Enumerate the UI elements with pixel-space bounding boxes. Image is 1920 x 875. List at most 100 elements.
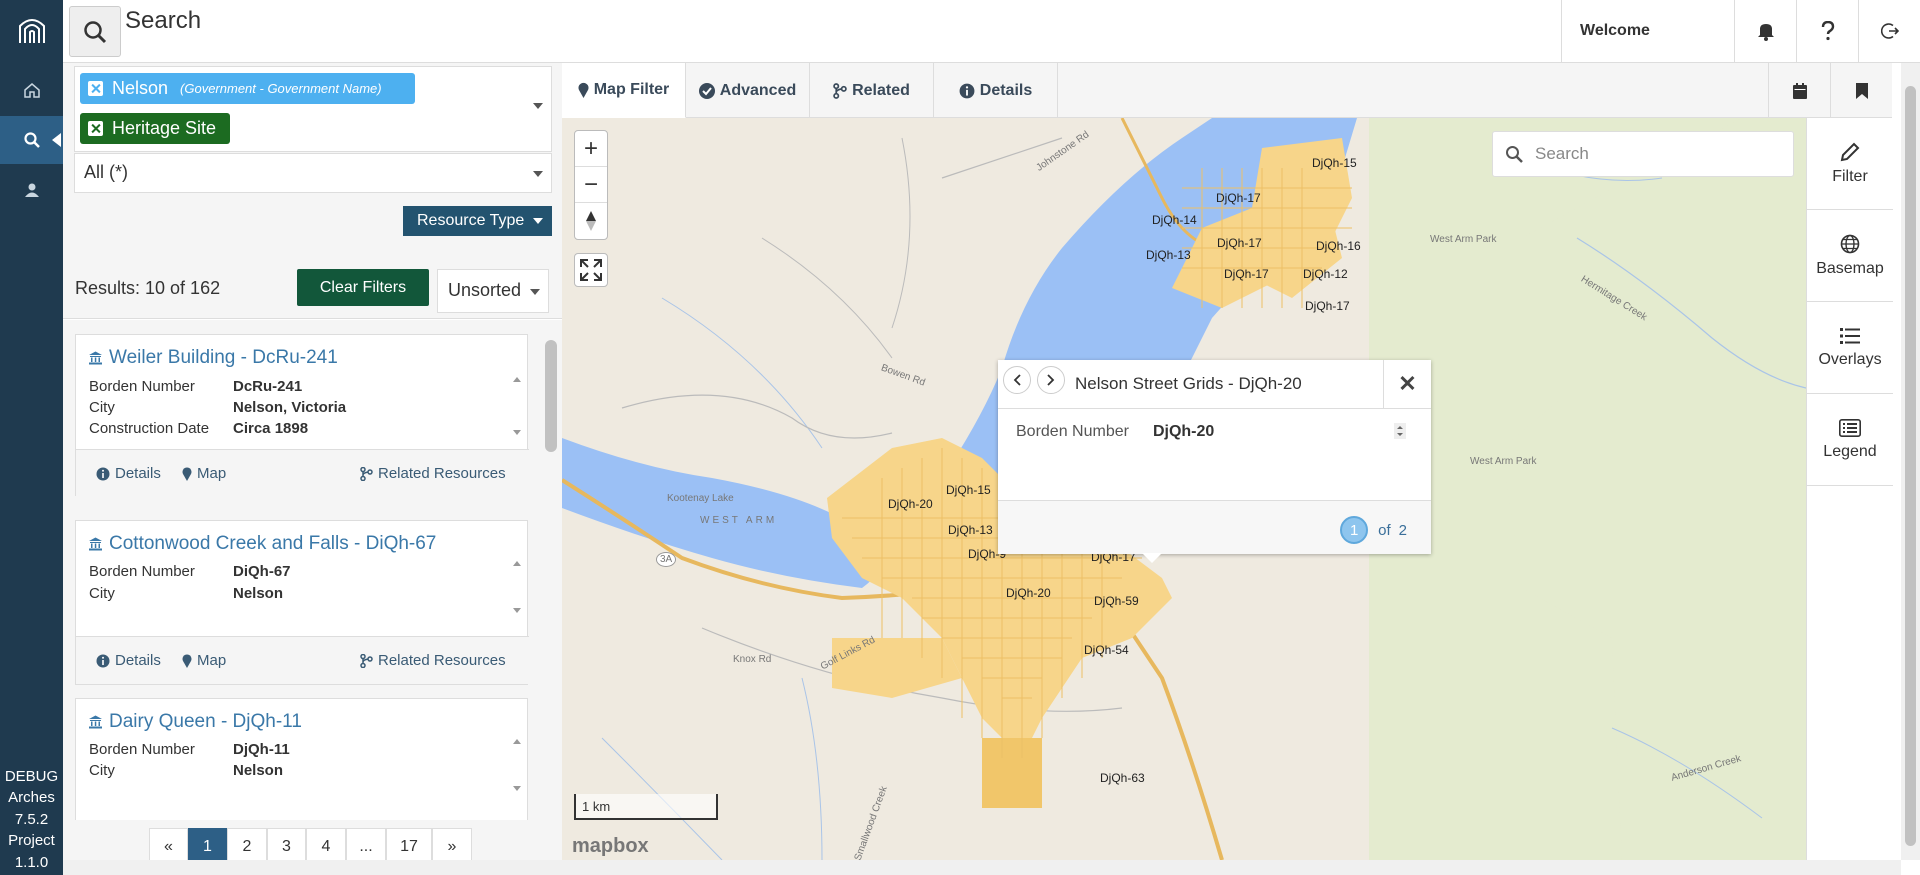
- sort-select[interactable]: Unsorted: [437, 269, 549, 313]
- map-site-label[interactable]: DjQh-20: [888, 497, 933, 511]
- info-icon: [96, 654, 110, 667]
- popup-title[interactable]: Nelson Street Grids - DjQh-20: [1075, 374, 1302, 394]
- arches-logo-icon[interactable]: [17, 16, 47, 46]
- popup-page-badge[interactable]: 1: [1340, 516, 1369, 544]
- filter-tag-nelson[interactable]: Nelson (Government - Government Name): [80, 73, 415, 104]
- card-scroll-up[interactable]: [513, 377, 523, 382]
- tab-related[interactable]: Related: [810, 63, 934, 118]
- version-info: DEBUG Arches 7.5.2 Project 1.1.0: [0, 766, 63, 874]
- search-toggle-button[interactable]: [69, 6, 121, 57]
- map-site-label[interactable]: DjQh-63: [1100, 771, 1145, 785]
- map-site-label[interactable]: DjQh-13: [948, 523, 993, 537]
- map-site-label[interactable]: DjQh-54: [1084, 643, 1129, 657]
- results-scrollbar[interactable]: [542, 320, 560, 820]
- filter-button[interactable]: Filter: [1807, 118, 1893, 210]
- tab-details[interactable]: Details: [934, 63, 1058, 118]
- logout-button[interactable]: [1858, 0, 1920, 62]
- zoom-in-button[interactable]: +: [575, 131, 607, 167]
- result-row: Borden Number DcRu-241: [89, 378, 302, 395]
- popup-close-button[interactable]: ✕: [1383, 360, 1431, 408]
- page-scrollbar[interactable]: [1901, 63, 1920, 860]
- results-list[interactable]: Weiler Building - DcRu-241 Borden Number…: [63, 320, 562, 820]
- map-site-label[interactable]: DjQh-16: [1316, 239, 1361, 253]
- map-link[interactable]: Map: [182, 652, 226, 669]
- related-resources-link[interactable]: Related Resources: [360, 652, 506, 669]
- scrollbar-thumb[interactable]: [1905, 86, 1916, 846]
- notifications-button[interactable]: [1734, 0, 1796, 62]
- pencil-icon: [1840, 142, 1860, 161]
- details-link[interactable]: Details: [96, 652, 161, 669]
- term-filter-box[interactable]: Nelson (Government - Government Name) He…: [74, 66, 552, 152]
- row-label: City: [89, 399, 115, 416]
- welcome-user-menu[interactable]: Welcome: [1561, 0, 1734, 62]
- basemap-button[interactable]: Basemap: [1807, 210, 1893, 302]
- map-site-label[interactable]: DjQh-17: [1224, 267, 1269, 281]
- map-site-label[interactable]: DjQh-17: [1305, 299, 1350, 313]
- compass-button[interactable]: [575, 203, 607, 239]
- map-site-label[interactable]: DjQh-13: [1146, 248, 1191, 262]
- map-site-label[interactable]: DjQh-15: [946, 483, 991, 497]
- horizontal-scrollbar[interactable]: [63, 860, 1901, 875]
- map-site-label[interactable]: DjQh-17: [1216, 191, 1261, 205]
- overlays-button[interactable]: Overlays: [1807, 302, 1893, 394]
- card-scroll-down[interactable]: [513, 430, 523, 435]
- legend-label: Legend: [1823, 442, 1877, 460]
- popup-next-button[interactable]: [1037, 366, 1065, 394]
- version-line: 1.1.0: [14, 853, 49, 871]
- zoom-out-button[interactable]: −: [575, 167, 607, 203]
- related-resources-link[interactable]: Related Resources: [360, 465, 506, 482]
- map-site-label[interactable]: DjQh-12: [1303, 267, 1348, 281]
- details-link[interactable]: Details: [96, 465, 161, 482]
- result-title-link[interactable]: Cottonwood Creek and Falls - DiQh-67: [88, 533, 436, 555]
- map-link[interactable]: Map: [182, 465, 226, 482]
- scale-bar: 1 km: [574, 794, 718, 820]
- filter-tag-heritage-site[interactable]: Heritage Site: [80, 113, 230, 144]
- result-card: Weiler Building - DcRu-241 Borden Number…: [75, 334, 529, 497]
- tab-label: Details: [979, 81, 1033, 99]
- nav-profile[interactable]: [0, 166, 63, 214]
- result-title-link[interactable]: Weiler Building - DcRu-241: [88, 347, 338, 369]
- map-canvas[interactable]: DjQh-15 DjQh-17 DjQh-14 DjQh-17 DjQh-16 …: [562, 118, 1806, 860]
- tag-label: Heritage Site: [112, 118, 217, 138]
- card-scroll-up[interactable]: [513, 739, 523, 744]
- nav-home[interactable]: [0, 66, 63, 114]
- remove-tag-icon[interactable]: [88, 81, 103, 96]
- scrollbar-thumb[interactable]: [545, 340, 557, 452]
- clear-filters-button[interactable]: Clear Filters: [297, 269, 429, 306]
- home-icon: [23, 83, 40, 98]
- tab-map-filter[interactable]: Map Filter: [562, 63, 686, 118]
- chevron-down-icon[interactable]: [533, 103, 543, 109]
- scroll-down-icon: [513, 786, 521, 791]
- mapbox-logo[interactable]: mapbox: [572, 835, 649, 858]
- map-site-label[interactable]: DjQh-14: [1152, 213, 1197, 227]
- popup-prev-button[interactable]: [1003, 366, 1031, 394]
- remove-tag-icon[interactable]: [88, 121, 103, 136]
- tab-advanced[interactable]: Advanced: [686, 63, 810, 118]
- map-site-label[interactable]: DjQh-15: [1312, 156, 1357, 170]
- resource-type-button[interactable]: Resource Type: [403, 206, 552, 236]
- result-title-link[interactable]: Dairy Queen - DjQh-11: [88, 711, 302, 733]
- card-scroll-up[interactable]: [513, 561, 523, 566]
- sort-icon[interactable]: [1394, 423, 1406, 439]
- bookmark-button[interactable]: [1830, 63, 1892, 118]
- map-site-label[interactable]: DjQh-20: [1006, 586, 1051, 600]
- map-site-label[interactable]: DjQh-59: [1094, 594, 1139, 608]
- result-row: Construction Date Circa 1898: [89, 420, 308, 437]
- result-row: Borden Number DjQh-11: [89, 741, 290, 758]
- calendar-button[interactable]: [1768, 63, 1830, 118]
- popup-of-label: of: [1378, 521, 1391, 539]
- map-right-panel: Filter Basemap Overlays Legend: [1806, 118, 1893, 860]
- nav-search[interactable]: [0, 116, 63, 164]
- legend-button[interactable]: Legend: [1807, 394, 1893, 486]
- card-scroll-down[interactable]: [513, 786, 523, 791]
- fullscreen-button[interactable]: [574, 253, 608, 287]
- map-search-input[interactable]: Search: [1492, 131, 1794, 177]
- sitemap-icon: [833, 82, 847, 99]
- all-select[interactable]: All (*): [74, 153, 552, 193]
- card-scroll-down[interactable]: [513, 608, 523, 613]
- place-label: West Arm Park: [1430, 234, 1497, 245]
- help-button[interactable]: [1796, 0, 1858, 62]
- version-line: 7.5.2: [14, 810, 49, 828]
- map-site-label[interactable]: DjQh-17: [1217, 236, 1262, 250]
- popup-total[interactable]: 2: [1399, 522, 1407, 539]
